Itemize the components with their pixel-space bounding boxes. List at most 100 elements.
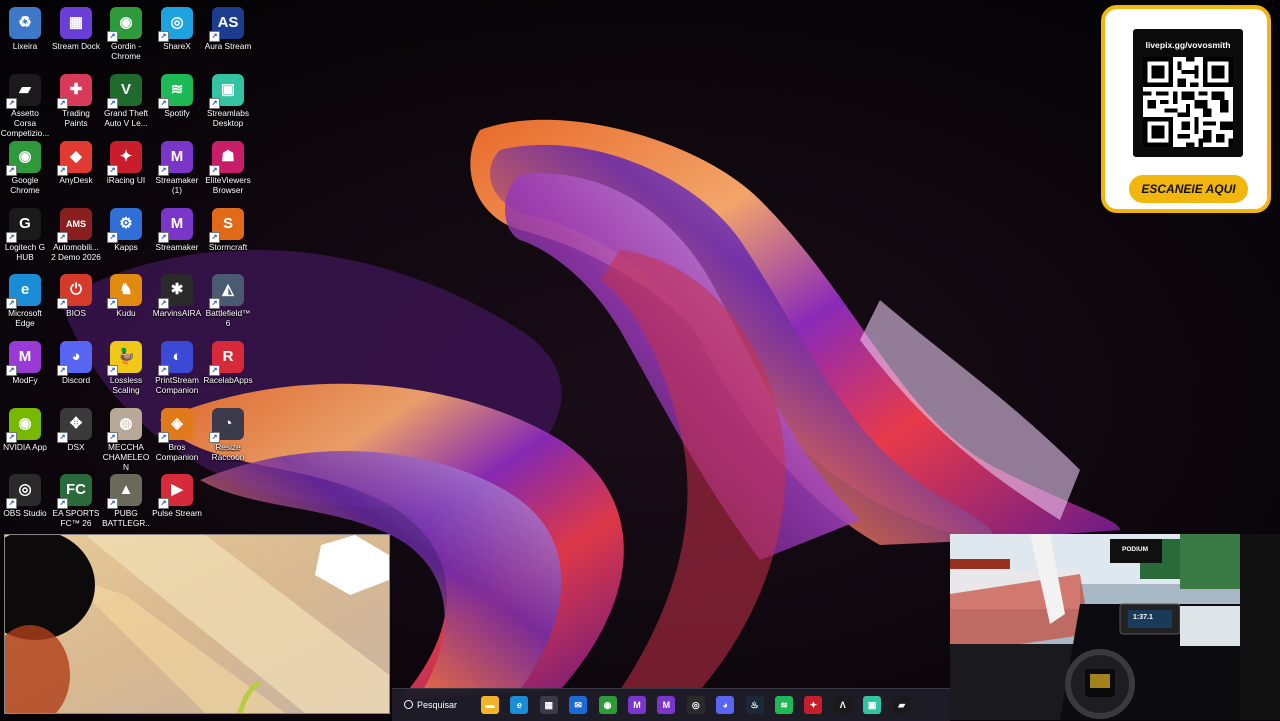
app-a-icon[interactable]: Λ (833, 696, 852, 714)
desktop-icon-obs-studio[interactable]: ◎ ↗ OBS Studio (0, 471, 50, 518)
desktop-icon-meccha-chameleon[interactable]: ◍ ↗ MECCHA CHAMELEON (101, 405, 151, 472)
streamaker-icon[interactable]: M (628, 696, 646, 714)
desktop-icon-iracing-ui[interactable]: ✦ ↗ iRacing UI (101, 138, 151, 185)
app-icon: ⏻ ↗ (57, 274, 92, 309)
shortcut-arrow-icon: ↗ (57, 365, 68, 376)
edge-icon[interactable]: e (510, 696, 529, 714)
shortcut-arrow-icon: ↗ (107, 165, 118, 176)
search-label: Pesquisar (417, 700, 458, 710)
desktop-icon-bios[interactable]: ⏻ ↗ BIOS (51, 271, 101, 318)
desktop-icon-aura-stream[interactable]: AS ↗ Aura Stream (203, 4, 253, 51)
desktop-icon-anydesk[interactable]: ◆ ↗ AnyDesk (51, 138, 101, 185)
app-icon: M ↗ (158, 141, 193, 176)
shortcut-arrow-icon: ↗ (209, 232, 220, 243)
qr-panel: livepix.gg/vovosmith (1133, 29, 1243, 157)
desktop-icon-pulse-stream[interactable]: ▶ ↗ Pulse Stream (152, 471, 202, 518)
file-explorer-icon[interactable]: ▬ (481, 696, 499, 714)
app-icon: ♻ (9, 7, 41, 39)
desktop-icon-label: ShareX (163, 41, 191, 51)
desktop-icon-sharex[interactable]: ◎ ↗ ShareX (152, 4, 202, 51)
desktop-icon-google-chrome[interactable]: ◉ ↗ Google Chrome (0, 138, 50, 195)
desktop-icon-label: DSX (67, 442, 85, 452)
app-icon: ✚ ↗ (57, 74, 92, 109)
desktop-icon-stormcraft[interactable]: S ↗ Stormcraft (203, 205, 253, 252)
desktop-icon-spotify[interactable]: ≋ ↗ Spotify (152, 71, 202, 118)
desktop-icon-dsx[interactable]: ✥ ↗ DSX (51, 405, 101, 452)
app-icon: ▰ ↗ (6, 74, 41, 109)
desktop-icon-eliteviewers-browser[interactable]: ☗ ↗ EliteViewers Browser (203, 138, 253, 195)
desktop-icon-pubg-battlegr[interactable]: ▲ ↗ PUBG BATTLEGR... (101, 471, 151, 538)
desktop-icon-grand-theft-auto-v-le[interactable]: V ↗ Grand Theft Auto V Le... (101, 71, 151, 128)
desktop-icon-racelabapps[interactable]: R ↗ RacelabApps (203, 338, 253, 385)
app-icon: ≋ ↗ (158, 74, 193, 109)
webcam-overlay (4, 534, 390, 714)
app-icon: S ↗ (209, 208, 244, 243)
chrome-icon[interactable]: ◉ (598, 696, 617, 714)
desktop-icon-battlefield-6[interactable]: ◭ ↗ Battlefield™ 6 (203, 271, 253, 328)
desktop-icon-streamaker[interactable]: M ↗ Streamaker (152, 205, 202, 252)
desktop-icon-label: Streamlabs Desktop (207, 108, 249, 128)
shortcut-arrow-icon: ↗ (158, 31, 169, 42)
streamlabs-icon[interactable]: ▣ (863, 696, 882, 714)
discord-icon[interactable]: ◕ (716, 696, 735, 714)
iracing-icon[interactable]: ✦ (804, 696, 823, 714)
desktop-icon-streamlabs-desktop[interactable]: ▣ ↗ Streamlabs Desktop (203, 71, 253, 128)
sim-racing-feed (950, 534, 1280, 720)
app-icon: ✱ ↗ (158, 274, 193, 309)
assetto-icon[interactable]: ▰ (892, 696, 911, 714)
dash-readout: 1:37.1 (1133, 614, 1153, 621)
scan-here-button: ESCANEIE AQUI (1129, 175, 1248, 203)
shortcut-arrow-icon: ↗ (6, 365, 17, 376)
desktop-icon-nvidia-app[interactable]: ◉ ↗ NVIDIA App (0, 405, 50, 452)
app-icon: AS ↗ (209, 7, 244, 42)
app-icon: ◈ ↗ (158, 408, 193, 443)
app-icon: ◆ ↗ (57, 141, 92, 176)
desktop-icon-resize-raccoon[interactable]: ◔ ↗ Resize Raccoon (203, 405, 253, 462)
desktop-icon-kudu[interactable]: ♞ ↗ Kudu (101, 271, 151, 318)
taskbar: Pesquisar ▬ e ▦ ✉ ◉ M M ◎ ◕ ♨ ≋ ✦ Λ ▣ ▰ (392, 688, 950, 721)
desktop-icon-label: Lossless Scaling (109, 375, 143, 395)
desktop-icon-bros-companion[interactable]: ◈ ↗ Bros Companion (152, 405, 202, 462)
desktop-icon-gordin-chrome[interactable]: ◉ ↗ Gordin - Chrome (101, 4, 151, 61)
desktop-icon-microsoft-edge[interactable]: e ↗ Microsoft Edge (0, 271, 50, 328)
desktop-icon-automobili-2-demo-2026[interactable]: AMS ↗ Automobili... 2 Demo 2026 (51, 205, 101, 262)
desktop-icon-label: Discord (61, 375, 91, 385)
shortcut-arrow-icon: ↗ (158, 298, 169, 309)
store-icon[interactable]: ▦ (539, 696, 558, 714)
desktop-icon-lossless-scaling[interactable]: 🦆 ↗ Lossless Scaling (101, 338, 151, 395)
app-icon: ☗ ↗ (209, 141, 244, 176)
streamaker-icon-2[interactable]: M (657, 696, 676, 714)
desktop-icon-kapps[interactable]: ⚙ ↗ Kapps (101, 205, 151, 252)
desktop-icon-lixeira[interactable]: ♻ Lixeira (0, 4, 50, 51)
desktop-icon-stream-dock[interactable]: ▦ Stream Dock (51, 4, 101, 51)
desktop-icon-label: MarvinsAIRA (152, 308, 202, 318)
shortcut-arrow-icon: ↗ (158, 432, 169, 443)
desktop-icon-modfy[interactable]: M ↗ ModFy (0, 338, 50, 385)
app-icon: ◕ ↗ (57, 341, 92, 376)
desktop-icon-discord[interactable]: ◕ ↗ Discord (51, 338, 101, 385)
desktop-icon-marvinsaira[interactable]: ✱ ↗ MarvinsAIRA (152, 271, 202, 318)
desktop-icon-trading-paints[interactable]: ✚ ↗ Trading Paints (51, 71, 101, 128)
obs-icon[interactable]: ◎ (686, 696, 705, 714)
desktop-icon-label: NVIDIA App (3, 442, 47, 452)
livepix-qr-card: livepix.gg/vovosmith ESCANEIE AQUI (1101, 5, 1271, 213)
app-icon: ▣ ↗ (209, 74, 244, 109)
desktop-icon-printstream-companion[interactable]: ◐ ↗ PrintStream Companion (152, 338, 202, 395)
app-icon: ◔ ↗ (209, 408, 244, 443)
desktop-icon-ea-sports-fc-26[interactable]: FC ↗ EA SPORTS FC™ 26 (51, 471, 101, 528)
spotify-icon[interactable]: ≋ (775, 696, 793, 714)
desktop-icon-label: Kudu (116, 308, 136, 318)
search-icon (404, 700, 413, 709)
steam-icon[interactable]: ♨ (745, 696, 764, 714)
desktop-icon-assetto-corsa-competizio[interactable]: ▰ ↗ Assetto Corsa Competizio... (0, 71, 50, 138)
outlook-icon[interactable]: ✉ (569, 696, 588, 714)
shortcut-arrow-icon: ↗ (6, 98, 17, 109)
shortcut-arrow-icon: ↗ (107, 298, 118, 309)
taskbar-search[interactable]: Pesquisar (404, 695, 466, 715)
desktop-icon-logitech-g-hub[interactable]: G ↗ Logitech G HUB (0, 205, 50, 262)
desktop-icon-streamaker-1[interactable]: M ↗ Streamaker (1) (152, 138, 202, 195)
desktop-icon-label: Microsoft Edge (8, 308, 42, 328)
desktop-icon-label: EliteViewers Browser (205, 175, 251, 195)
app-icon: FC ↗ (57, 474, 92, 509)
app-icon: M ↗ (158, 208, 193, 243)
